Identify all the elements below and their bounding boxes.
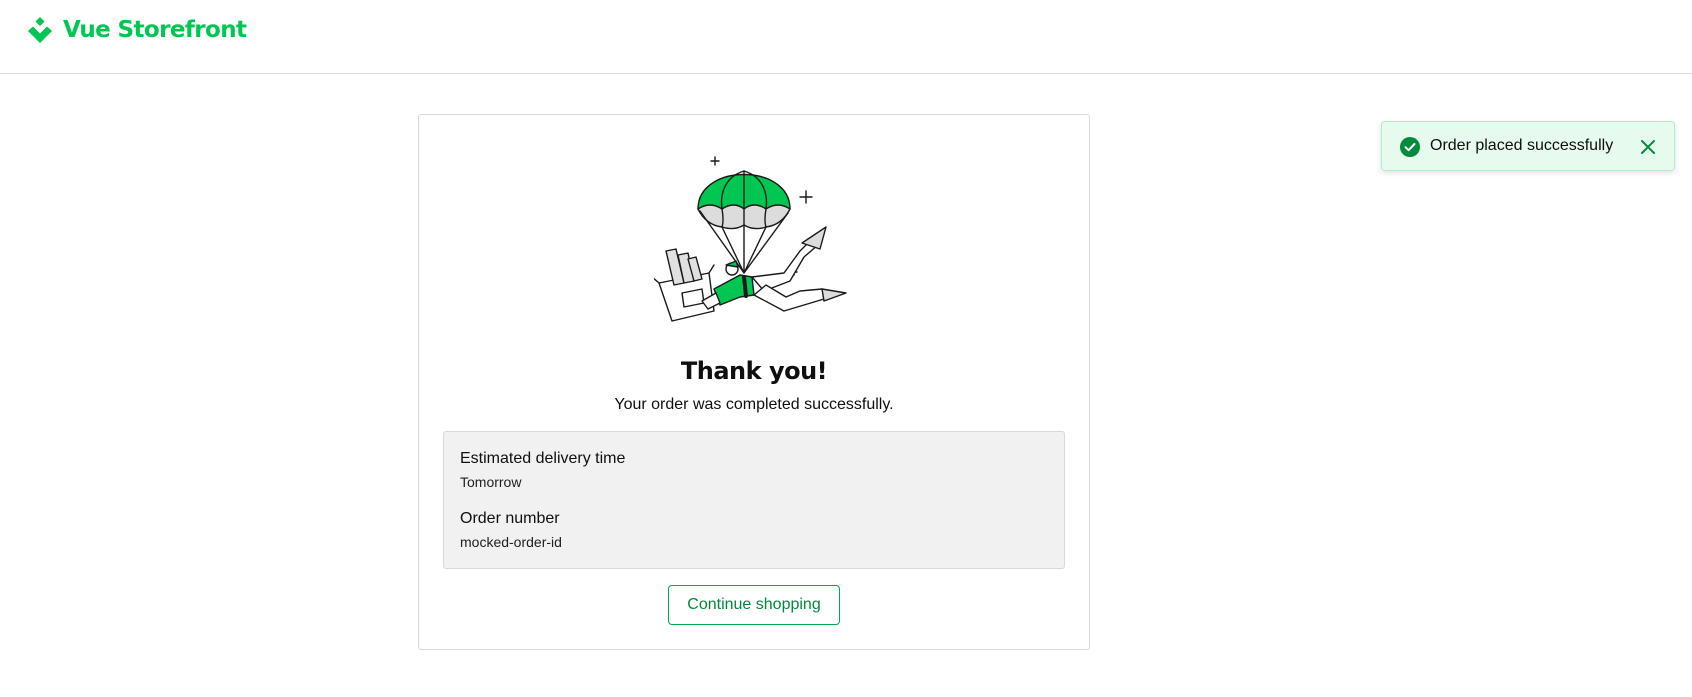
- logo-text: Vue Storefront: [63, 17, 247, 43]
- success-toast: Order placed successfully: [1381, 121, 1675, 171]
- vue-storefront-logo-icon: [28, 17, 52, 43]
- site-header: Vue Storefront: [0, 0, 1692, 74]
- page-title: Thank you!: [680, 357, 828, 385]
- logo-link[interactable]: Vue Storefront: [26, 16, 247, 44]
- delivery-time-value: Tomorrow: [460, 474, 522, 490]
- order-details: Estimated delivery time Tomorrow Order n…: [443, 431, 1065, 569]
- order-number-label: Order number: [460, 510, 560, 527]
- toast-message: Order placed successfully: [1430, 137, 1614, 154]
- close-icon[interactable]: [1636, 135, 1660, 159]
- order-number-value: mocked-order-id: [460, 534, 562, 550]
- continue-shopping-button[interactable]: Continue shopping: [668, 585, 840, 625]
- check-circle-icon: [1400, 137, 1420, 157]
- parachute-delivery-illustration: [654, 156, 847, 322]
- order-confirmation-card: Thank you! Your order was completed succ…: [418, 114, 1090, 650]
- delivery-time-label: Estimated delivery time: [460, 450, 626, 467]
- confirmation-message: Your order was completed successfully.: [614, 396, 894, 413]
